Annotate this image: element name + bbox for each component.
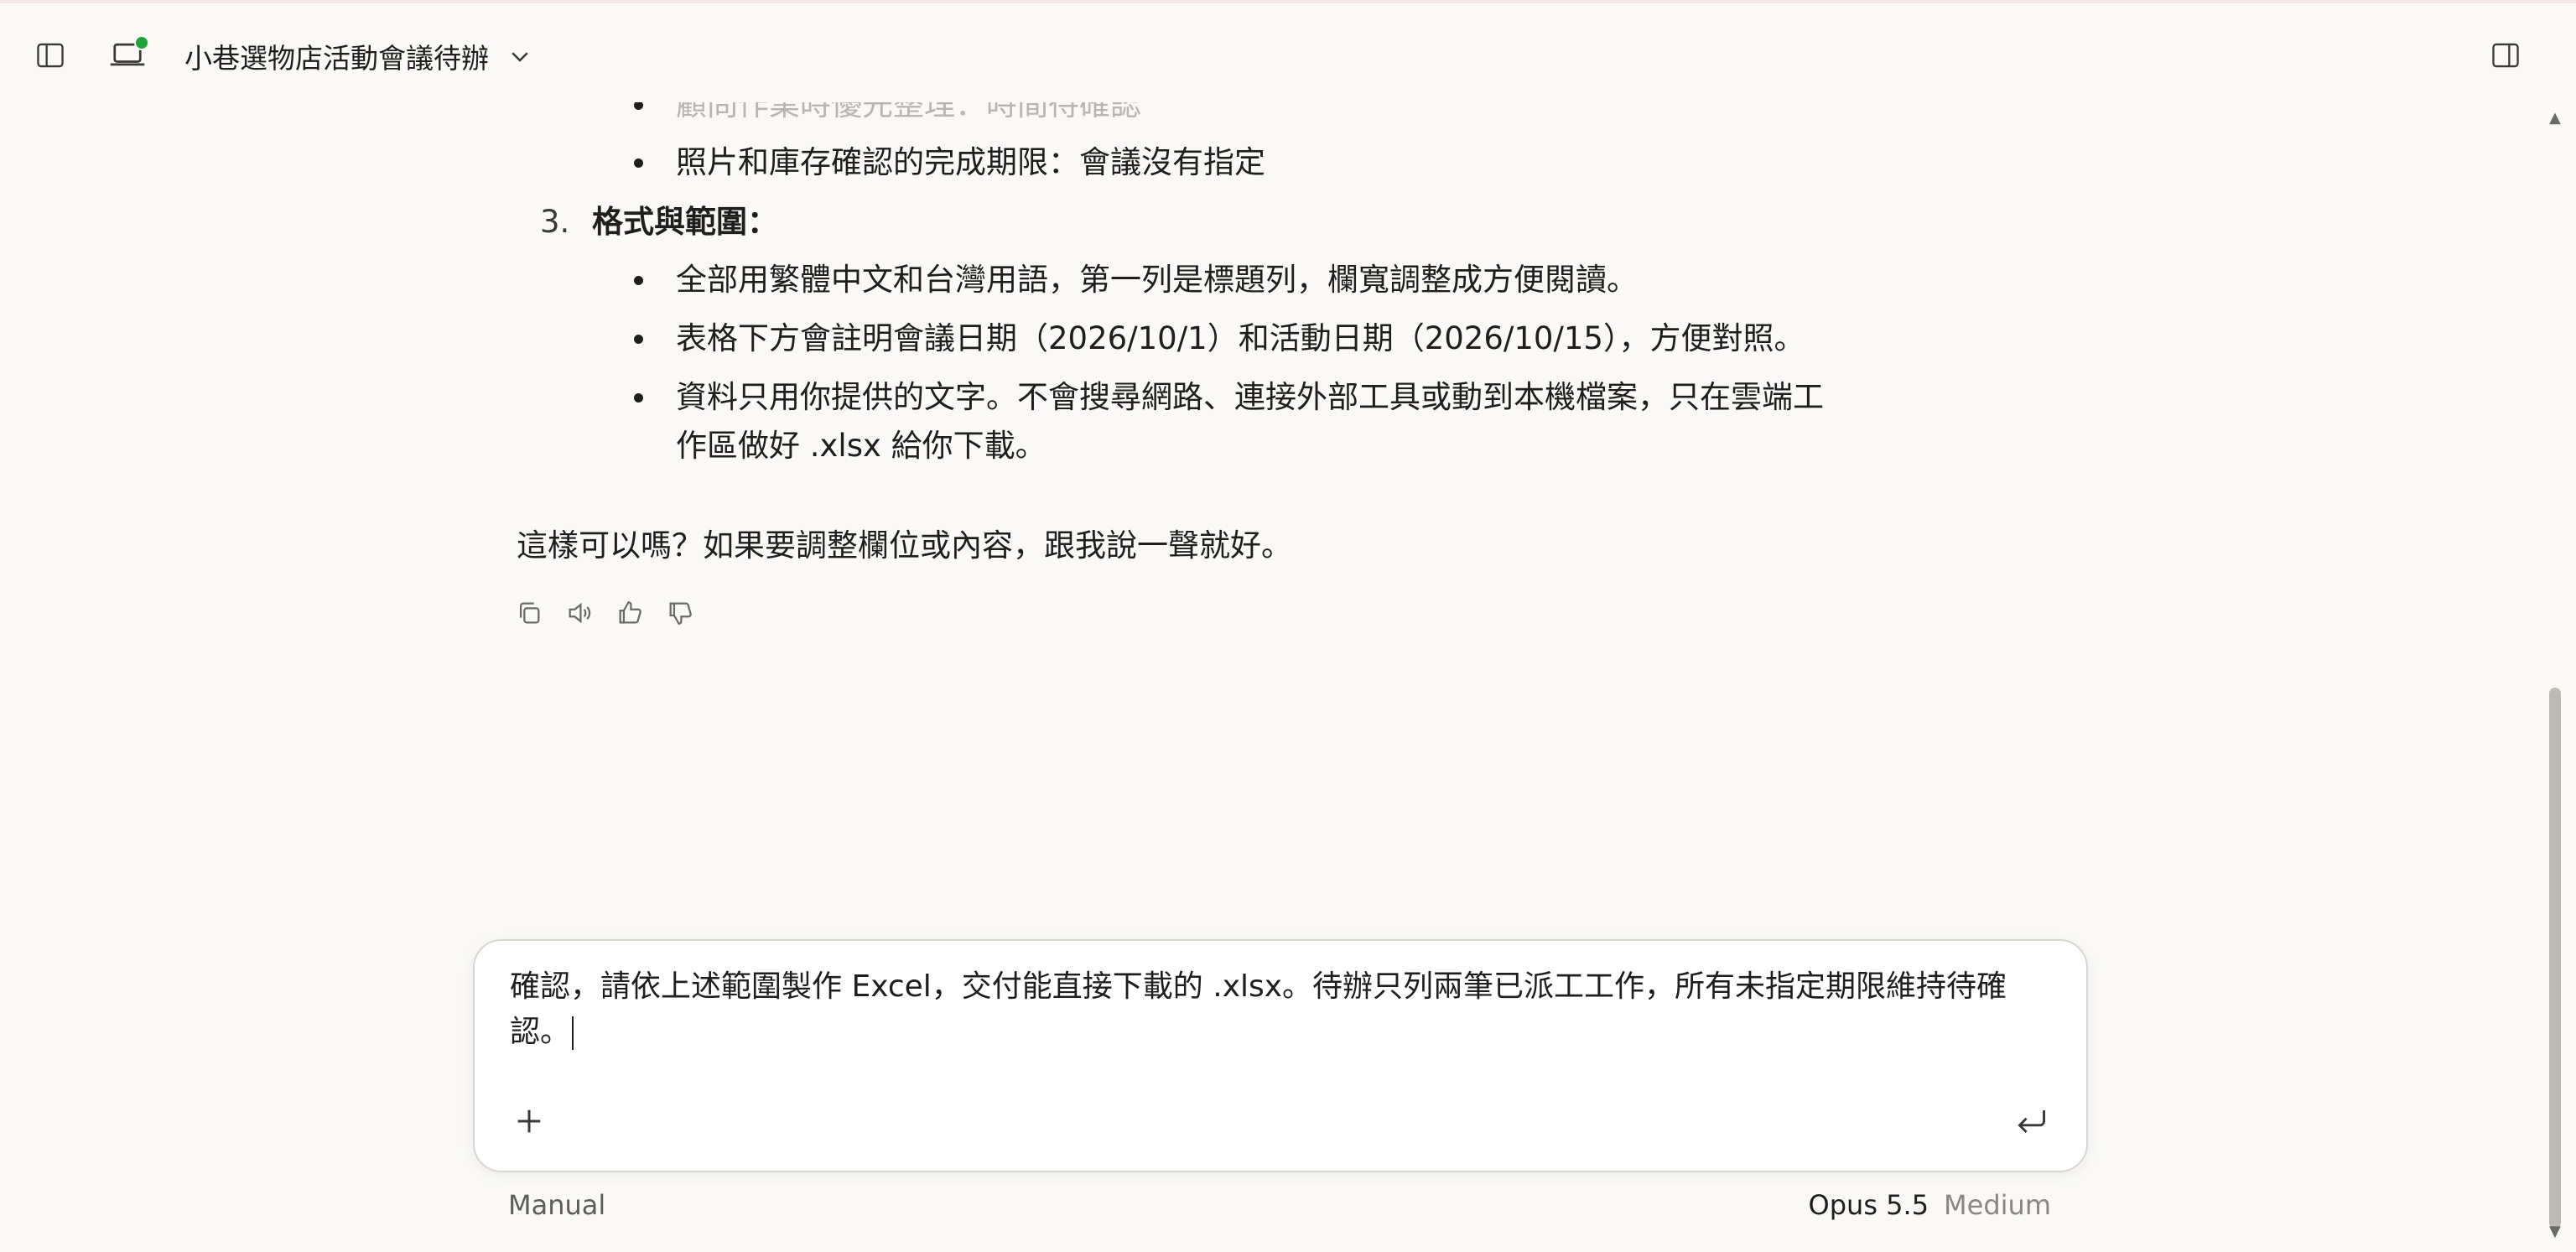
list-item: 資料只用你提供的文字。不會搜尋網路、連接外部工具或動到本機檔案，只在雲端工 — [634, 373, 1824, 422]
add-attachment-button[interactable] — [508, 1100, 550, 1142]
thumbs-up-icon — [619, 601, 641, 624]
top-bar: 小巷選物店活動會議待辦 — [0, 3, 2576, 102]
sidebar-icon — [37, 43, 64, 68]
composer-input[interactable]: 確認，請依上述範圍製作 Excel，交付能直接下載的 .xlsx。待辦只列兩筆已… — [510, 964, 2061, 1055]
thumbs-down-button[interactable] — [664, 597, 696, 629]
thumbs-down-icon — [669, 602, 692, 625]
plus-icon — [517, 1109, 541, 1133]
sidebar-toggle-button[interactable] — [32, 39, 69, 72]
mode-selector[interactable]: Manual — [508, 1189, 605, 1221]
speaker-icon — [569, 602, 591, 624]
conversation-title[interactable]: 小巷選物店活動會議待辦 — [184, 35, 532, 77]
message-actions — [513, 597, 696, 629]
model-selector[interactable]: Opus 5.5 Medium — [1809, 1189, 2051, 1221]
enter-return-icon — [2018, 1110, 2045, 1133]
scroll-up-arrow-icon[interactable]: ▲ — [2549, 109, 2561, 127]
composer-line: 確認，請依上述範圍製作 Excel，交付能直接下載的 .xlsx。待辦只列兩筆已… — [510, 969, 2007, 1004]
panel-right-icon — [2492, 43, 2519, 68]
closing-paragraph: 這樣可以嗎？如果要調整欄位或內容，跟我說一聲就好。 — [517, 527, 1292, 564]
scrollbar-thumb[interactable] — [2549, 688, 2561, 1229]
conversation-title-text: 小巷選物店活動會議待辦 — [184, 42, 489, 75]
list-item-continuation: 作區做好 .xlsx 給你下載。 — [676, 428, 1046, 464]
message-composer[interactable]: 確認，請依上述範圍製作 Excel，交付能直接下載的 .xlsx。待辦只列兩筆已… — [473, 939, 2088, 1172]
read-aloud-button[interactable] — [564, 597, 595, 629]
list-item: 表格下方會註明會議日期（2026/10/1）和活動日期（2026/10/15），… — [633, 314, 1805, 363]
section-heading: 格式與範圍： — [592, 204, 778, 240]
side-panel-toggle-button[interactable] — [2487, 39, 2524, 72]
device-status-button[interactable] — [104, 35, 151, 74]
list-item: 全部用繁體中文和台灣用語，第一列是標題列，欄寬調整成方便閱讀。 — [634, 256, 1638, 304]
copy-button[interactable] — [513, 597, 545, 629]
copy-icon — [519, 602, 540, 624]
online-status-dot — [134, 35, 149, 50]
text-caret — [572, 1016, 574, 1050]
list-item: 照片和庫存確認的完成期限：會議沒有指定 — [634, 138, 1265, 187]
send-button[interactable] — [2011, 1100, 2053, 1142]
chevron-down-icon — [512, 52, 528, 62]
scrollbar[interactable]: ▲ ▼ — [2536, 99, 2576, 1252]
effort-level: Medium — [1944, 1189, 2051, 1221]
scroll-down-arrow-icon[interactable]: ▼ — [2549, 1223, 2561, 1240]
model-name: Opus 5.5 — [1808, 1189, 1929, 1221]
composer-line: 認。 — [510, 1015, 571, 1049]
thumbs-up-button[interactable] — [614, 597, 646, 629]
conversation-area[interactable]: 顧問作業時優先整理：時間待確認 照片和庫存確認的完成期限：會議沒有指定 3. 格… — [0, 0, 2576, 922]
list-number: 3. — [540, 204, 570, 240]
